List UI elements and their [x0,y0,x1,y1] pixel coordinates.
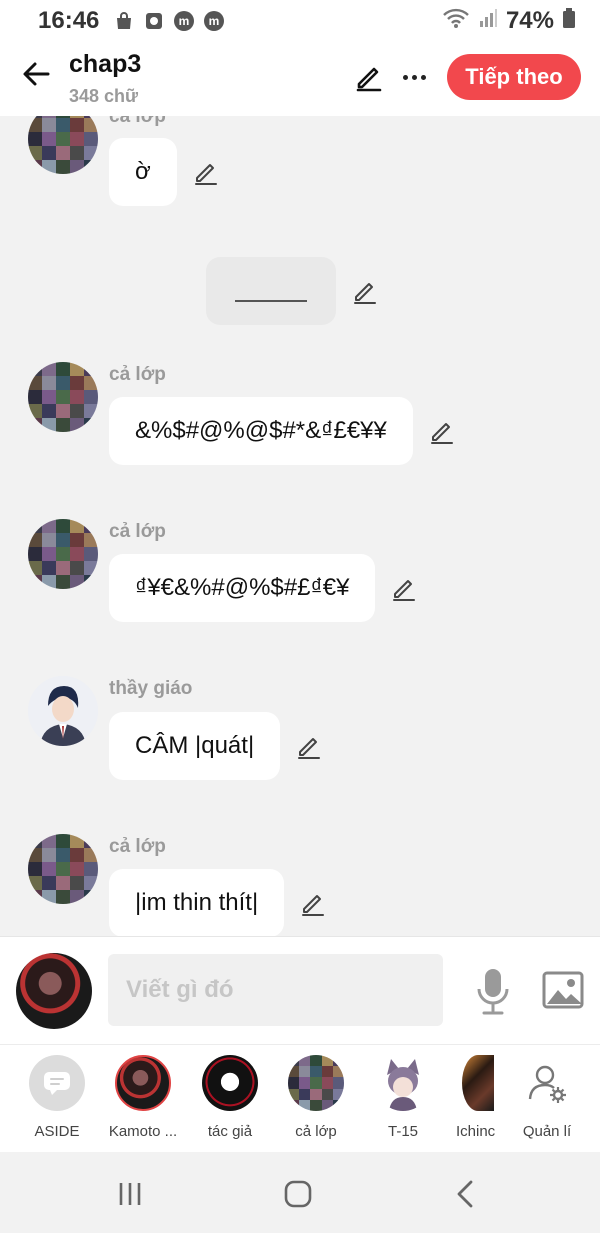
chevron-left-icon [457,1180,473,1208]
character-label: cả lớp [295,1123,337,1140]
svg-text:m: m [179,14,190,28]
system-back-button[interactable] [446,1176,486,1212]
pencil-icon[interactable] [296,733,322,759]
kamoto-avatar [115,1055,171,1111]
divider-line [235,300,307,302]
message-bubble[interactable]: |im thin thít| [109,869,285,936]
shopping-bag-icon [113,10,135,32]
character-label: T-15 [387,1123,418,1140]
chat-bubble-icon [44,1072,70,1095]
character-aside[interactable]: ASIDE [15,1055,99,1140]
recent-apps-button[interactable] [110,1176,150,1212]
manage-icon-wrap [519,1055,575,1111]
character-label: Quản lí [522,1123,572,1140]
scene-divider[interactable] [206,257,336,325]
back-button[interactable] [18,56,54,92]
manage-characters-button[interactable]: Quản lí [505,1055,589,1140]
avatar-thay-giao[interactable] [28,676,98,746]
character-tac-gia[interactable]: tác giả [188,1055,272,1140]
home-button[interactable] [278,1176,318,1212]
image-icon [542,971,584,1009]
t15-avatar [375,1055,431,1111]
character-t-15[interactable]: T-15 [361,1055,445,1140]
character-label: ASIDE [34,1123,80,1140]
edit-button[interactable] [354,62,384,92]
message-input[interactable] [108,954,443,1026]
svg-text:m: m [209,14,220,28]
avatar-ca-lop[interactable] [28,834,98,904]
message-bubble[interactable]: &%$#@%@$#*&₫£€¥¥ [109,397,413,465]
ca-lop-avatar [288,1055,344,1111]
app-notification-icon [143,10,165,32]
page-title: chap3 [69,50,142,78]
dot-icon [411,74,417,80]
character-ichinc[interactable]: Ichinc [448,1055,498,1140]
character-label: tác giả [207,1123,253,1140]
sender-name: cả lớp [109,521,166,542]
pencil-icon[interactable] [352,278,378,304]
pencil-icon [356,67,382,92]
status-bar: 16:46 m m 74% [0,0,600,42]
character-kamoto[interactable]: Kamoto ... [101,1055,185,1140]
sender-name: thầy giáo [109,678,193,699]
m-app-icon: m [173,10,195,32]
character-label: Ichinc [456,1123,496,1140]
avatar-ca-lop[interactable] [28,116,98,174]
status-right: 74% [442,7,576,36]
arrow-left-icon [23,62,50,86]
message-bubble[interactable]: CÂM |quát| [109,712,281,780]
status-time: 16:46 [38,7,100,34]
avatar-ca-lop[interactable] [28,362,98,432]
tac-gia-avatar [202,1055,258,1111]
pencil-icon[interactable] [193,159,219,185]
pencil-icon[interactable] [429,418,455,444]
image-button[interactable] [541,968,585,1012]
app-header: chap3 348 chữ Tiếp theo [0,42,600,116]
sender-name: cả lớp [109,364,166,385]
wifi-icon [442,7,470,36]
dot-icon [420,74,426,80]
next-button[interactable]: Tiếp theo [447,54,581,100]
ichinc-avatar [462,1055,494,1111]
current-character-avatar[interactable] [16,953,92,1029]
sender-name: cả lớp [109,116,166,127]
battery-percent: 74% [505,7,554,34]
pencil-icon[interactable] [391,575,417,601]
notification-icons: m m [113,10,225,32]
aside-avatar [29,1055,85,1111]
more-options-button[interactable] [399,62,429,92]
composer-bar [0,936,600,1044]
character-label: Kamoto ... [108,1123,178,1140]
pencil-icon[interactable] [300,890,326,916]
m-app-icon-2: m [203,10,225,32]
sender-name: cả lớp [109,836,166,857]
system-nav-bar [0,1152,600,1233]
message-bubble[interactable]: ờ [109,138,177,206]
home-icon [284,1180,312,1208]
avatar-ca-lop[interactable] [28,519,98,589]
mic-button[interactable] [474,967,512,1017]
battery-icon [562,7,576,36]
dot-icon [402,74,408,80]
message-bubble[interactable]: ₫¥€&%#@%$#£₫€¥ [109,554,376,622]
signal-icon [478,7,498,36]
word-count: 348 chữ [69,86,139,106]
recent-apps-icon [119,1183,141,1205]
character-bar: ASIDE Kamoto ... tác giả cả lớp T-15 Ich… [0,1044,600,1152]
chat-area[interactable]: cả lớp ờ cả lớp &%$#@%@$#*&₫£€¥¥ cả lớp … [0,116,600,936]
user-settings-icon [528,1065,566,1103]
microphone-icon [477,969,509,1015]
character-ca-lop[interactable]: cả lớp [274,1055,358,1140]
